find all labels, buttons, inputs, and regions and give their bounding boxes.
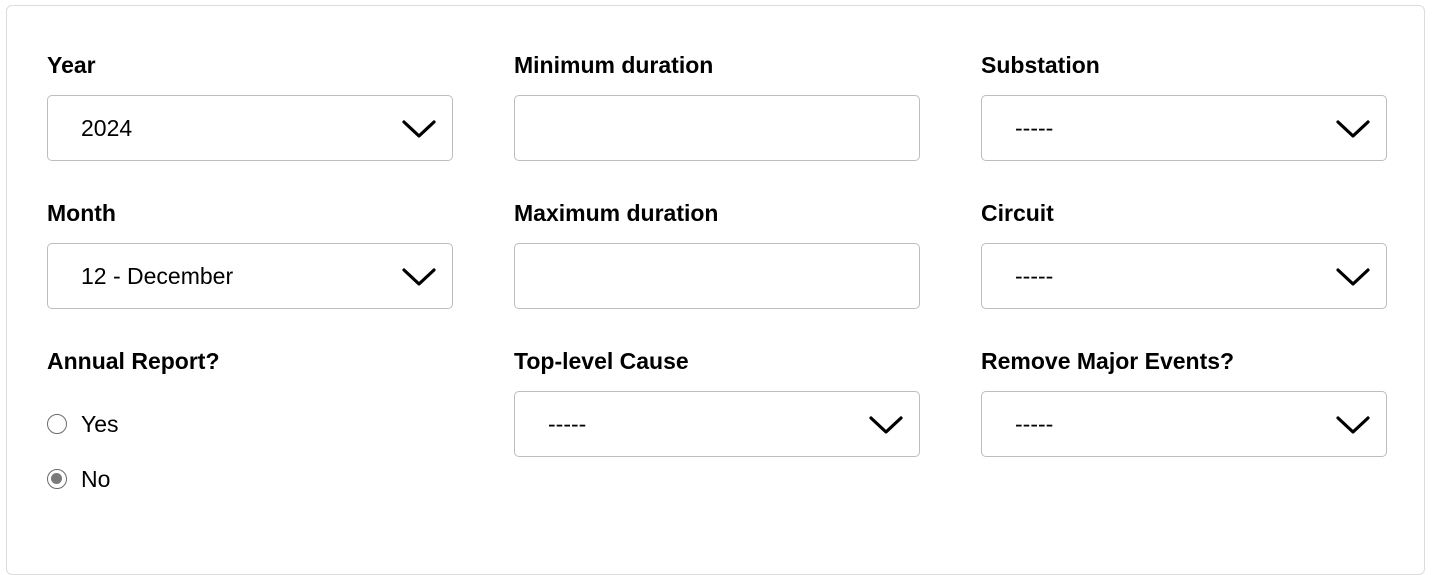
month-label: Month [47,200,116,226]
circuit-select[interactable]: ----- [981,243,1387,309]
month-select-value: 12 - December [81,263,234,289]
annual-report-no-option[interactable]: No [47,465,110,493]
year-label: Year [47,52,96,78]
remove-major-events-value: ----- [1015,411,1054,437]
chevron-down-icon [402,120,436,138]
substation-value: ----- [1015,115,1054,141]
annual-report-no-label: No [81,466,111,492]
max-duration-label: Maximum duration [514,200,719,226]
annual-report-yes-label: Yes [81,411,119,437]
max-duration-input[interactable] [514,243,920,309]
chevron-down-icon [1336,268,1370,286]
top-level-cause-select[interactable]: ----- [514,391,920,457]
chevron-down-icon [402,268,436,286]
remove-major-events-select[interactable]: ----- [981,391,1387,457]
top-level-cause-value: ----- [548,411,587,437]
radio-checked-icon[interactable] [47,469,67,489]
chevron-down-icon [1336,120,1370,138]
annual-report-yes-option[interactable]: Yes [47,410,119,438]
substation-label: Substation [981,52,1100,78]
year-select[interactable]: 2024 [47,95,453,161]
radio-unchecked-icon[interactable] [47,414,67,434]
circuit-label: Circuit [981,200,1054,226]
top-level-cause-label: Top-level Cause [514,348,689,374]
substation-select[interactable]: ----- [981,95,1387,161]
month-select[interactable]: 12 - December [47,243,453,309]
min-duration-label: Minimum duration [514,52,714,78]
min-duration-input[interactable] [514,95,920,161]
circuit-value: ----- [1015,263,1054,289]
chevron-down-icon [1336,416,1370,434]
annual-report-label: Annual Report? [47,348,220,374]
chevron-down-icon [869,416,903,434]
year-select-value: 2024 [81,115,133,141]
remove-major-events-label: Remove Major Events? [981,348,1235,374]
